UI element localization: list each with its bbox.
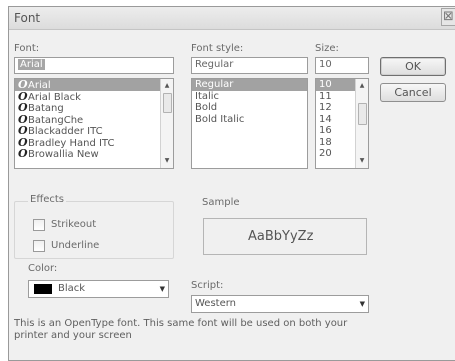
title-bar: Font ⊠ — [9, 7, 455, 30]
list-item-label: Regular — [195, 79, 234, 90]
list-item-label: Blackadder ITC — [28, 126, 103, 137]
list-item-label: Bradley Hand ITC — [28, 137, 115, 149]
scroll-thumb[interactable] — [163, 93, 172, 113]
font-list[interactable]: OArial OArial Black OBatang OBatangChe OBlac… — [14, 78, 174, 169]
list-item-label: 12 — [319, 102, 332, 113]
list-item-label: Bold Italic — [195, 113, 245, 125]
list-item[interactable]: Bold Italic — [192, 114, 307, 126]
list-item[interactable]: OBlackadder ITC — [15, 125, 173, 137]
list-item-label: BatangChe — [28, 114, 84, 126]
close-icon[interactable]: ⊠ — [441, 8, 455, 26]
list-item[interactable]: OBatang — [15, 102, 173, 114]
list-item-label: 20 — [319, 148, 332, 159]
chevron-down-icon[interactable]: ▼ — [160, 281, 165, 297]
font-info-text: This is an OpenType font. This same font… — [14, 318, 348, 341]
script-select[interactable]: Western ▼ — [191, 295, 369, 313]
underline-checkbox[interactable] — [33, 240, 45, 252]
list-item-label: Browallia New — [28, 149, 99, 160]
list-item-label: Arial — [28, 80, 51, 91]
script-label: Script: — [191, 280, 224, 291]
list-item[interactable]: OBradley Hand ITC — [15, 137, 173, 149]
opentype-font-icon: O — [18, 147, 28, 160]
color-label: Color: — [28, 263, 58, 274]
size-input[interactable]: 10 — [315, 57, 369, 74]
opentype-font-icon: O — [18, 78, 28, 91]
scroll-down-icon[interactable]: ▼ — [356, 155, 368, 167]
list-item[interactable]: OBatangChe — [15, 114, 173, 126]
window-title: Font — [14, 11, 41, 25]
list-item-label: 11 — [319, 90, 332, 102]
list-item[interactable]: Regular — [192, 79, 307, 91]
list-item[interactable]: Italic — [192, 91, 307, 103]
list-item-label: 14 — [319, 113, 332, 125]
ok-button[interactable]: OK — [380, 57, 446, 76]
font-label: Font: — [14, 43, 40, 54]
list-item[interactable]: OBrowallia New — [15, 148, 173, 160]
chevron-down-icon[interactable]: ▼ — [360, 296, 365, 312]
sample-title: Sample — [202, 197, 240, 208]
color-swatch — [34, 284, 52, 294]
list-item-label: Arial Black — [28, 91, 81, 103]
size-list[interactable]: 10 11 12 14 16 18 20 ▲ ▼ — [315, 78, 369, 169]
list-item[interactable]: OArial — [15, 79, 173, 91]
list-item-label: Batang — [28, 103, 64, 114]
opentype-font-icon: O — [18, 135, 28, 149]
list-item[interactable]: Bold — [192, 102, 307, 114]
strikeout-checkbox[interactable] — [33, 219, 45, 231]
scroll-down-icon[interactable]: ▼ — [161, 155, 173, 167]
opentype-font-icon: O — [18, 101, 28, 114]
list-item-label: 16 — [319, 125, 332, 136]
list-item-label: Bold — [195, 102, 218, 113]
font-name-value: Arial — [18, 59, 45, 70]
sample-text: AaBbYyZz — [248, 229, 314, 244]
opentype-font-icon: O — [18, 89, 28, 103]
size-label: Size: — [315, 43, 339, 54]
sample-preview: AaBbYyZz — [203, 218, 367, 255]
list-item-label: 18 — [319, 136, 332, 148]
size-list-scrollbar[interactable]: ▲ ▼ — [355, 79, 368, 168]
list-item-label: Italic — [195, 90, 220, 102]
font-list-scrollbar[interactable]: ▲ ▼ — [160, 79, 173, 168]
color-value: Black — [58, 283, 86, 294]
font-style-input[interactable]: Regular — [191, 57, 308, 74]
cancel-button[interactable]: Cancel — [380, 83, 446, 102]
strikeout-label: Strikeout — [51, 219, 97, 230]
scroll-up-icon[interactable]: ▲ — [356, 80, 368, 92]
scroll-up-icon[interactable]: ▲ — [161, 80, 173, 92]
script-value: Western — [195, 298, 237, 309]
scroll-thumb[interactable] — [358, 103, 367, 125]
font-name-input[interactable]: Arial — [14, 57, 174, 74]
color-select[interactable]: Black ▼ — [28, 280, 169, 298]
font-dialog: Font ⊠ Font: Arial OArial OArial Black OBa… — [8, 6, 455, 361]
font-style-label: Font style: — [191, 43, 244, 54]
opentype-font-icon: O — [18, 124, 28, 137]
opentype-font-icon: O — [18, 112, 28, 126]
list-item-label: 10 — [319, 79, 332, 90]
list-item[interactable]: OArial Black — [15, 91, 173, 103]
font-style-list[interactable]: Regular Italic Bold Bold Italic — [191, 78, 308, 169]
effects-title: Effects — [28, 194, 66, 205]
underline-label: Underline — [51, 240, 100, 251]
